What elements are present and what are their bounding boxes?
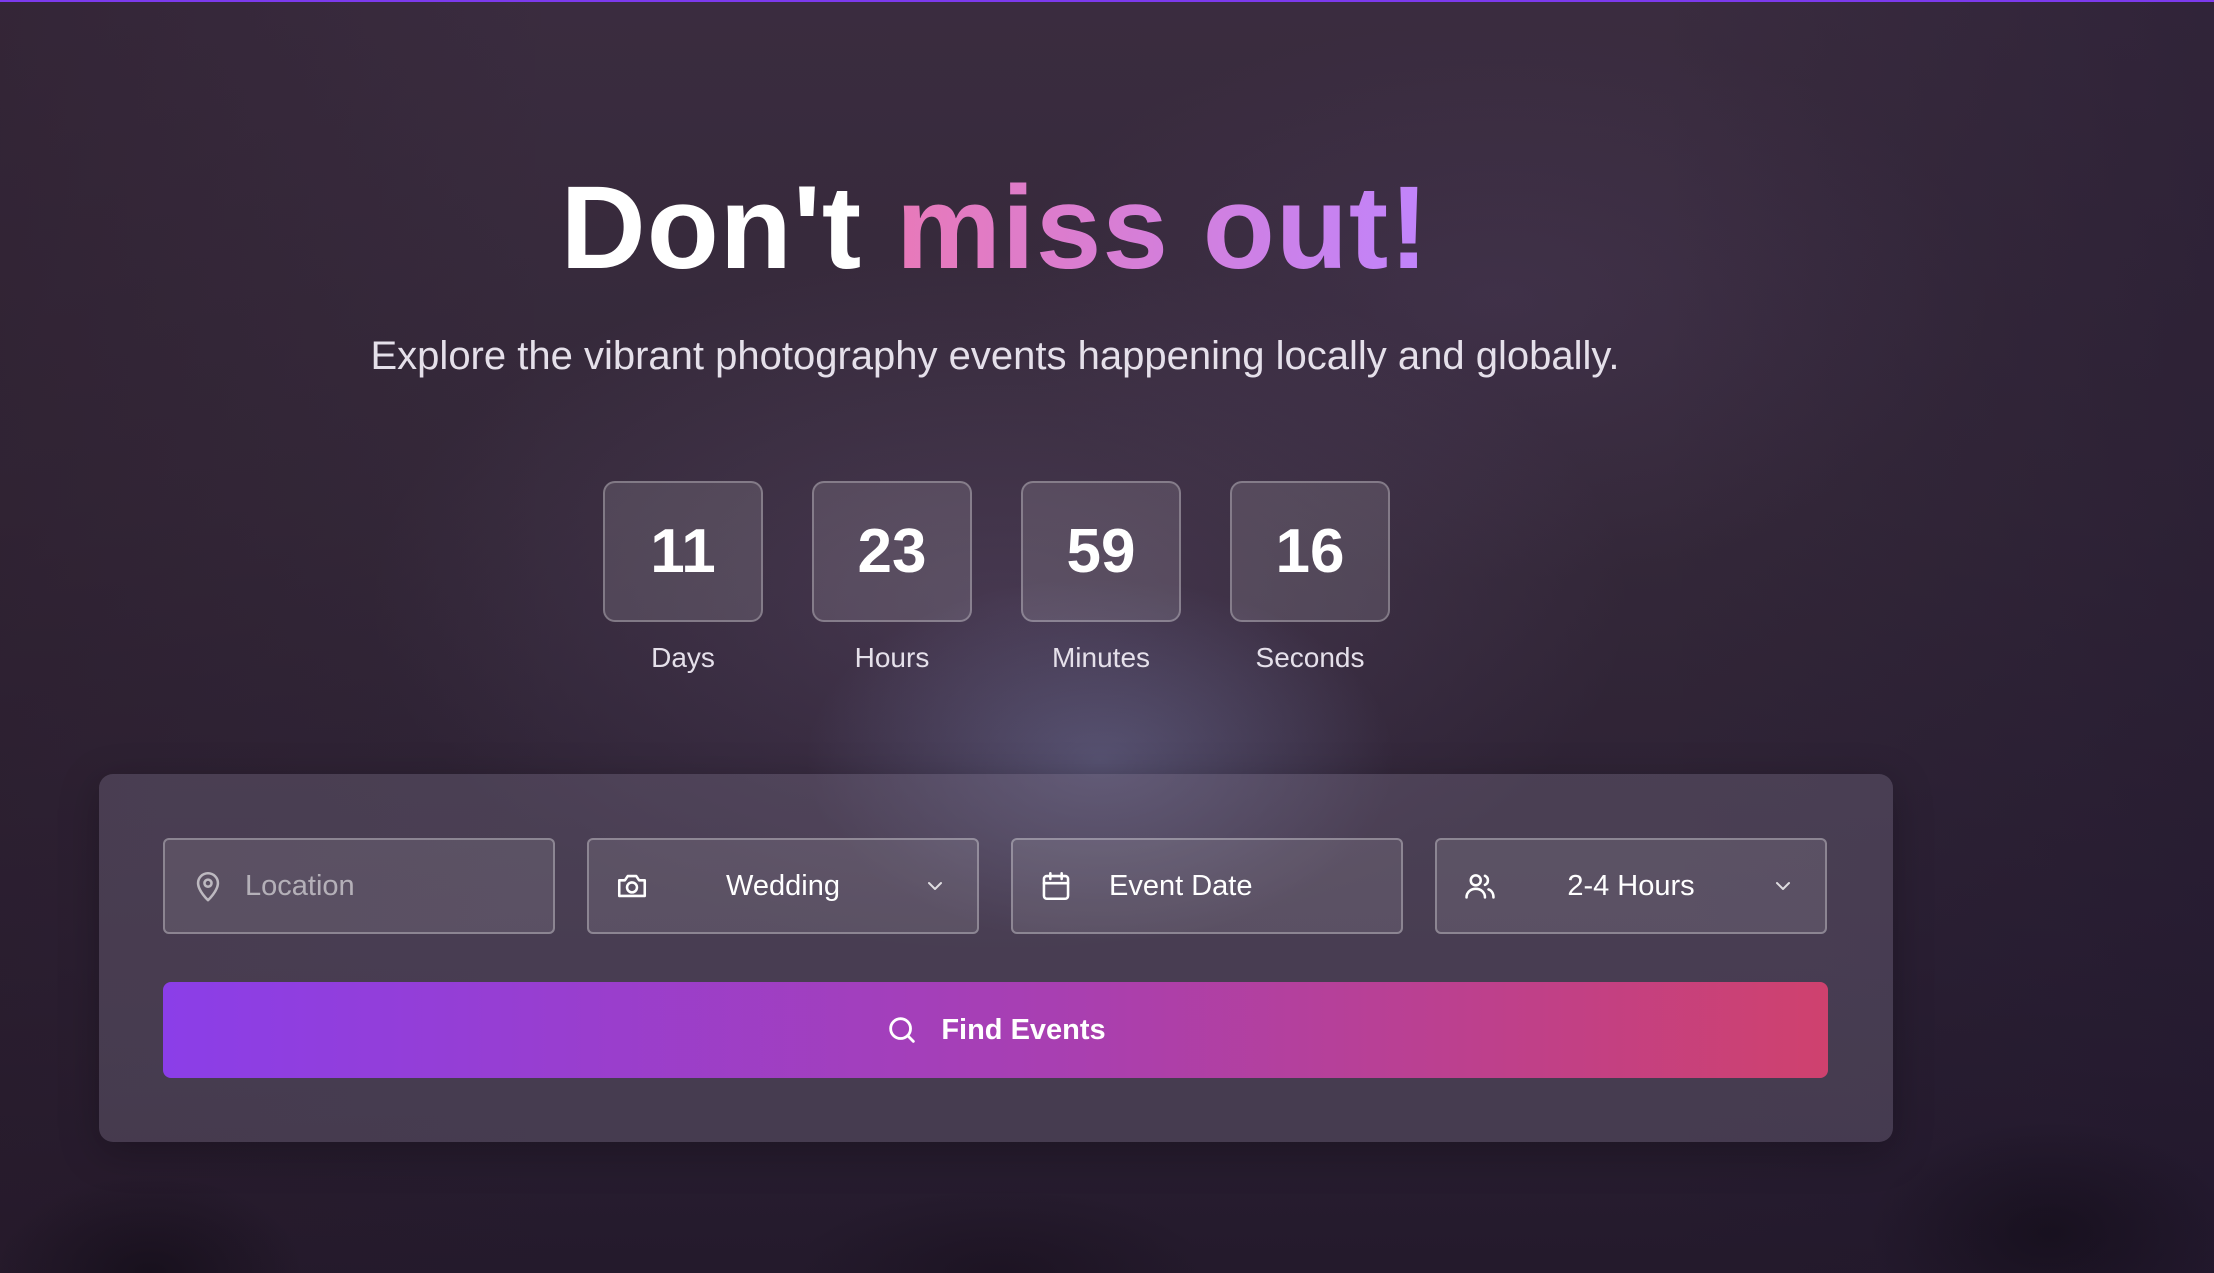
countdown-hours: 23 Hours xyxy=(812,481,972,674)
countdown-seconds: 16 Seconds xyxy=(1230,481,1390,674)
map-pin-icon xyxy=(196,871,220,902)
search-icon xyxy=(889,1017,916,1043)
category-value: Wedding xyxy=(726,869,840,902)
calendar-icon xyxy=(1042,871,1070,901)
countdown-value: 59 xyxy=(1021,481,1181,622)
countdown-value: 16 xyxy=(1230,481,1390,622)
find-events-button[interactable]: Find Events xyxy=(163,982,1828,1078)
countdown-label: Hours xyxy=(854,642,930,673)
duration-value: 2-4 Hours xyxy=(1567,869,1695,902)
find-events-label: Find Events xyxy=(941,1013,1106,1046)
hero-title: Don't miss out! xyxy=(0,160,1990,296)
hero-section: Don't miss out! Explore the vibrant phot… xyxy=(0,0,2214,1273)
countdown-timer: 11 Days 23 Hours 59 Minutes 16 Seconds xyxy=(603,481,1390,674)
chevron-down-icon xyxy=(1776,882,1790,890)
countdown-value: 23 xyxy=(812,481,972,622)
event-date-input[interactable]: Event Date xyxy=(1011,838,1403,934)
countdown-label: Minutes xyxy=(1051,642,1151,673)
location-placeholder: Location xyxy=(245,869,355,902)
chevron-down-icon xyxy=(928,882,942,890)
hero-subtitle: Explore the vibrant photography events h… xyxy=(370,334,1620,378)
countdown-value: 11 xyxy=(603,481,763,622)
hero-title-accent: miss out! xyxy=(896,162,1430,294)
countdown-label: Days xyxy=(651,642,715,673)
category-select[interactable]: Wedding xyxy=(587,838,979,934)
location-input[interactable]: Location xyxy=(163,838,555,934)
countdown-days: 11 Days xyxy=(603,481,763,674)
event-date-value: Event Date xyxy=(1109,869,1253,902)
countdown-label: Seconds xyxy=(1255,642,1365,673)
countdown-minutes: 59 Minutes xyxy=(1021,481,1181,674)
event-search-panel: Location Wedding Event Date 2-4 Hours Fi… xyxy=(99,774,1893,1142)
hero-title-plain: Don't xyxy=(560,162,863,294)
duration-select[interactable]: 2-4 Hours xyxy=(1435,838,1827,934)
